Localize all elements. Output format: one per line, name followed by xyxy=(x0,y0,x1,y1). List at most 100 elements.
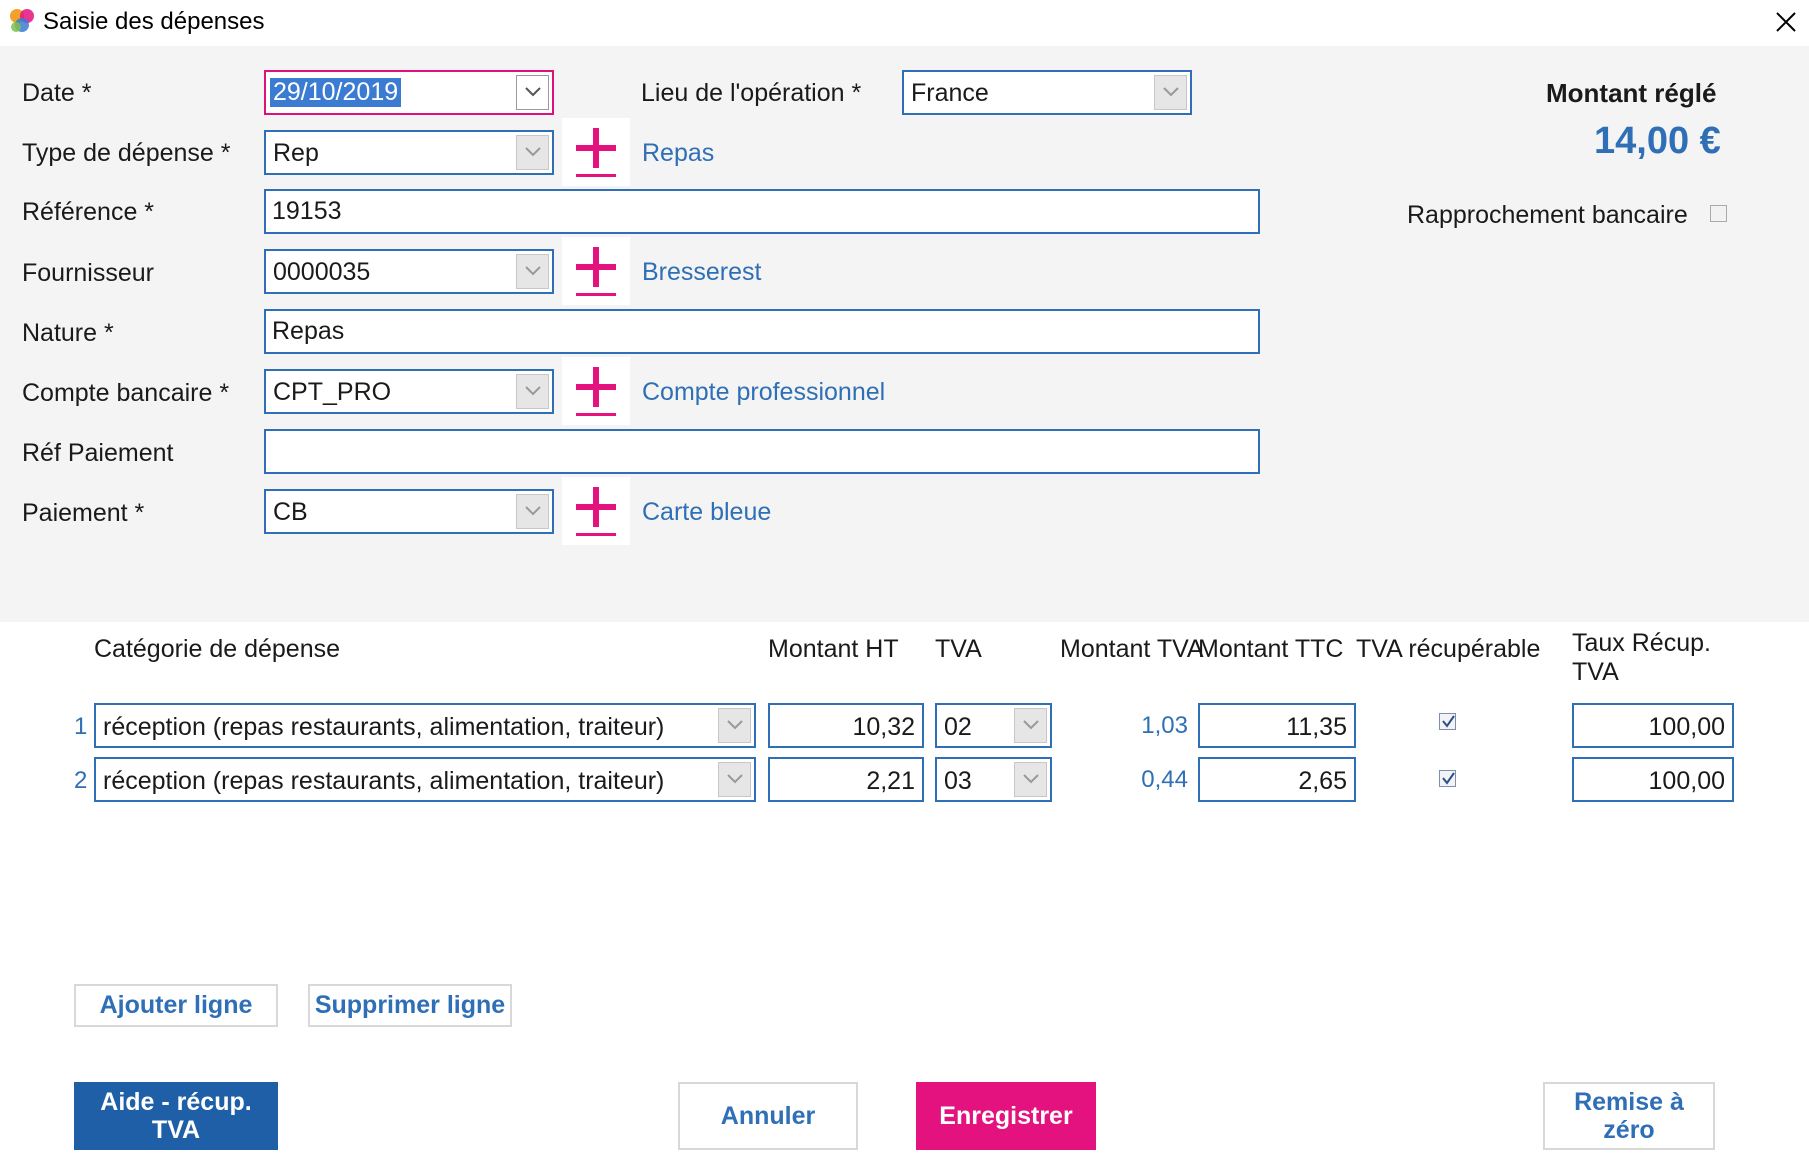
compte-bancaire-label: Compte bancaire * xyxy=(22,379,230,407)
paiement-label: Paiement * xyxy=(22,499,145,527)
row-2-tva-select[interactable]: 03 xyxy=(935,757,1052,802)
row-1-montant-ht-field[interactable]: 10,32 xyxy=(768,703,924,748)
remise-line1: Remise à xyxy=(1574,1088,1684,1116)
add-paiement-button[interactable] xyxy=(562,477,630,545)
row-1-tva-value: 02 xyxy=(944,713,972,741)
ref-paiement-label: Réf Paiement xyxy=(22,439,174,467)
checkmark-icon xyxy=(1442,715,1455,728)
date-picker[interactable]: 29/10/2019 xyxy=(264,70,554,115)
chevron-down-icon xyxy=(525,147,541,157)
row-2-montant-ttc-value: 2,65 xyxy=(1298,767,1347,795)
row-2-montant-ht-value: 2,21 xyxy=(866,767,915,795)
remise-line2: zéro xyxy=(1603,1116,1655,1144)
chevron-down-icon xyxy=(525,87,541,97)
row-1-montant-ttc-field[interactable]: 11,35 xyxy=(1198,703,1356,748)
nature-input[interactable] xyxy=(266,311,1258,352)
add-compte-bancaire-button[interactable] xyxy=(562,357,630,425)
fournisseur-select[interactable]: 0000035 xyxy=(264,249,554,294)
lieu-value: France xyxy=(911,79,989,107)
plus-icon xyxy=(576,128,616,177)
date-dropdown-button[interactable] xyxy=(516,75,549,110)
compte-bancaire-dropdown-button[interactable] xyxy=(516,374,549,409)
header-montant-ttc: Montant TTC xyxy=(1198,635,1344,663)
row-2-montant-ttc-field[interactable]: 2,65 xyxy=(1198,757,1356,802)
add-type-depense-button[interactable] xyxy=(562,118,630,186)
aide-recup-tva-button[interactable]: Aide - récup. TVA xyxy=(74,1082,278,1150)
header-taux-recup-line2: TVA xyxy=(1572,658,1619,686)
remise-a-zero-button[interactable]: Remise à zéro xyxy=(1543,1082,1715,1150)
date-value[interactable]: 29/10/2019 xyxy=(270,78,402,107)
row-1-taux-field[interactable]: 100,00 xyxy=(1572,703,1734,748)
lieu-label: Lieu de l'opération * xyxy=(641,79,862,107)
plus-icon xyxy=(576,487,616,536)
reference-input[interactable] xyxy=(266,191,1258,232)
type-depense-description: Repas xyxy=(642,139,715,167)
row-1-tva-select[interactable]: 02 xyxy=(935,703,1052,748)
header-montant-tva: Montant TVA xyxy=(1060,635,1204,663)
enregistrer-label: Enregistrer xyxy=(939,1101,1073,1130)
ref-paiement-field[interactable] xyxy=(264,429,1260,474)
plus-icon xyxy=(576,367,616,416)
ajouter-ligne-label: Ajouter ligne xyxy=(99,991,253,1019)
type-depense-select[interactable]: Rep xyxy=(264,130,554,175)
reference-label: Référence * xyxy=(22,198,155,226)
header-taux-recup-line1: Taux Récup. xyxy=(1572,629,1711,657)
chevron-down-icon xyxy=(525,386,541,396)
header-categorie: Catégorie de dépense xyxy=(94,635,341,663)
row-1-tva-dropdown-button[interactable] xyxy=(1014,708,1047,743)
row-2-taux-field[interactable]: 100,00 xyxy=(1572,757,1734,802)
row-2-montant-tva-value: 0,44 xyxy=(1141,766,1188,793)
row-1-number: 1 xyxy=(74,713,88,740)
title-bar: Saisie des dépenses xyxy=(0,0,1809,46)
row-2-number: 2 xyxy=(74,767,88,794)
row-1-categorie-dropdown-button[interactable] xyxy=(718,708,751,743)
plus-icon xyxy=(576,247,616,296)
paiement-dropdown-button[interactable] xyxy=(516,494,549,529)
montant-regle-title: Montant réglé xyxy=(1546,78,1717,108)
supprimer-ligne-button[interactable]: Supprimer ligne xyxy=(308,984,512,1027)
paiement-description: Carte bleue xyxy=(642,498,772,526)
header-taux-recup: Taux Récup. TVA xyxy=(1572,629,1711,687)
row-1-montant-tva-value: 1,03 xyxy=(1141,712,1188,739)
chevron-down-icon xyxy=(525,266,541,276)
ref-paiement-input[interactable] xyxy=(266,431,1258,472)
row-2-tva-dropdown-button[interactable] xyxy=(1014,762,1047,797)
montant-regle-value: 14,00 € xyxy=(1594,120,1721,162)
type-depense-value: Rep xyxy=(273,139,319,167)
row-2-montant-ht-field[interactable]: 2,21 xyxy=(768,757,924,802)
row-2-tva-recuperable-checkbox[interactable] xyxy=(1439,770,1456,787)
annuler-button[interactable]: Annuler xyxy=(678,1082,858,1150)
type-depense-label: Type de dépense * xyxy=(22,139,231,167)
aide-line2: TVA xyxy=(151,1116,201,1144)
chevron-down-icon xyxy=(1023,774,1039,784)
fournisseur-value: 0000035 xyxy=(273,258,371,286)
reference-field[interactable] xyxy=(264,189,1260,234)
ajouter-ligne-button[interactable]: Ajouter ligne xyxy=(74,984,278,1027)
chevron-down-icon xyxy=(727,720,743,730)
paiement-select[interactable]: CB xyxy=(264,489,554,534)
row-2-taux-value: 100,00 xyxy=(1648,767,1725,795)
add-fournisseur-button[interactable] xyxy=(562,237,630,305)
row-1-tva-recuperable-checkbox[interactable] xyxy=(1439,713,1456,730)
nature-field[interactable] xyxy=(264,309,1260,354)
chevron-down-icon xyxy=(727,774,743,784)
close-button[interactable] xyxy=(1768,4,1804,40)
row-2-categorie-dropdown-button[interactable] xyxy=(718,762,751,797)
row-1-taux-value: 100,00 xyxy=(1648,713,1725,741)
row-1-categorie-select[interactable]: réception (repas restaurants, alimentati… xyxy=(94,703,756,748)
type-depense-dropdown-button[interactable] xyxy=(516,135,549,170)
aide-line1: Aide - récup. xyxy=(100,1088,252,1116)
fournisseur-description: Bresserest xyxy=(642,258,762,286)
close-icon[interactable] xyxy=(1768,4,1804,40)
row-1-categorie-value: réception (repas restaurants, alimentati… xyxy=(103,713,665,741)
lieu-select[interactable]: France xyxy=(902,70,1192,115)
row-2-categorie-select[interactable]: réception (repas restaurants, alimentati… xyxy=(94,757,756,802)
app-logo-icon xyxy=(10,9,34,32)
enregistrer-button[interactable]: Enregistrer xyxy=(916,1082,1096,1150)
rapprochement-checkbox[interactable] xyxy=(1710,205,1727,222)
lieu-dropdown-button[interactable] xyxy=(1154,75,1187,110)
chevron-down-icon xyxy=(1163,87,1179,97)
fournisseur-dropdown-button[interactable] xyxy=(516,254,549,289)
chevron-down-icon xyxy=(525,506,541,516)
compte-bancaire-select[interactable]: CPT_PRO xyxy=(264,369,554,414)
